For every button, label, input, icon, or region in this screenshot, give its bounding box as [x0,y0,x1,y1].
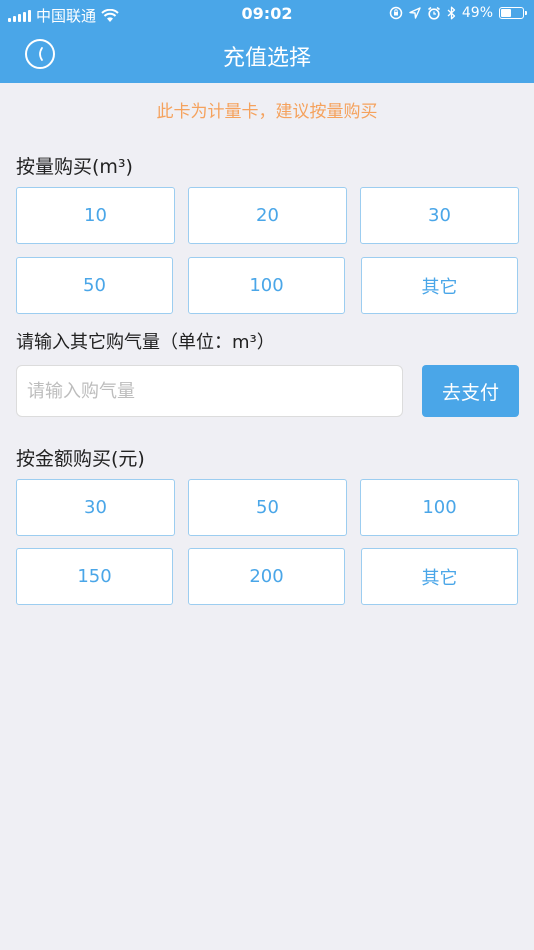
battery-fill [501,9,511,17]
volume-option-100[interactable]: 100 [188,257,345,314]
location-icon [409,7,421,19]
lock-rotation-icon [389,6,403,20]
volume-section-title: 按量购买(m³) [16,156,133,178]
volume-option-other[interactable]: 其它 [361,257,518,314]
status-right: 49% [389,5,527,21]
custom-volume-input[interactable] [16,365,403,417]
money-section-title: 按金额购买(元) [16,448,145,470]
battery-icon [499,7,527,19]
money-option-50[interactable]: 50 [188,479,347,536]
money-option-150[interactable]: 150 [16,548,173,605]
money-option-200[interactable]: 200 [188,548,345,605]
bluetooth-icon [447,6,456,20]
money-option-30[interactable]: 30 [16,479,175,536]
alarm-icon [427,6,440,20]
volume-option-10[interactable]: 10 [16,187,175,244]
custom-volume-label: 请输入其它购气量（单位：m³） [16,332,275,353]
volume-option-50[interactable]: 50 [16,257,173,314]
pay-button[interactable]: 去支付 [422,365,519,417]
money-option-100[interactable]: 100 [360,479,519,536]
money-option-other[interactable]: 其它 [361,548,518,605]
header-bar: 中国联通 09:02 49% 充值选择 [0,0,534,83]
page-title: 充值选择 [222,46,311,71]
battery-percent: 49% [461,5,493,21]
volume-option-20[interactable]: 20 [188,187,347,244]
meter-card-notice: 此卡为计量卡，建议按量购买 [156,102,378,122]
status-bar: 中国联通 09:02 49% [0,0,534,28]
volume-option-30[interactable]: 30 [360,187,519,244]
